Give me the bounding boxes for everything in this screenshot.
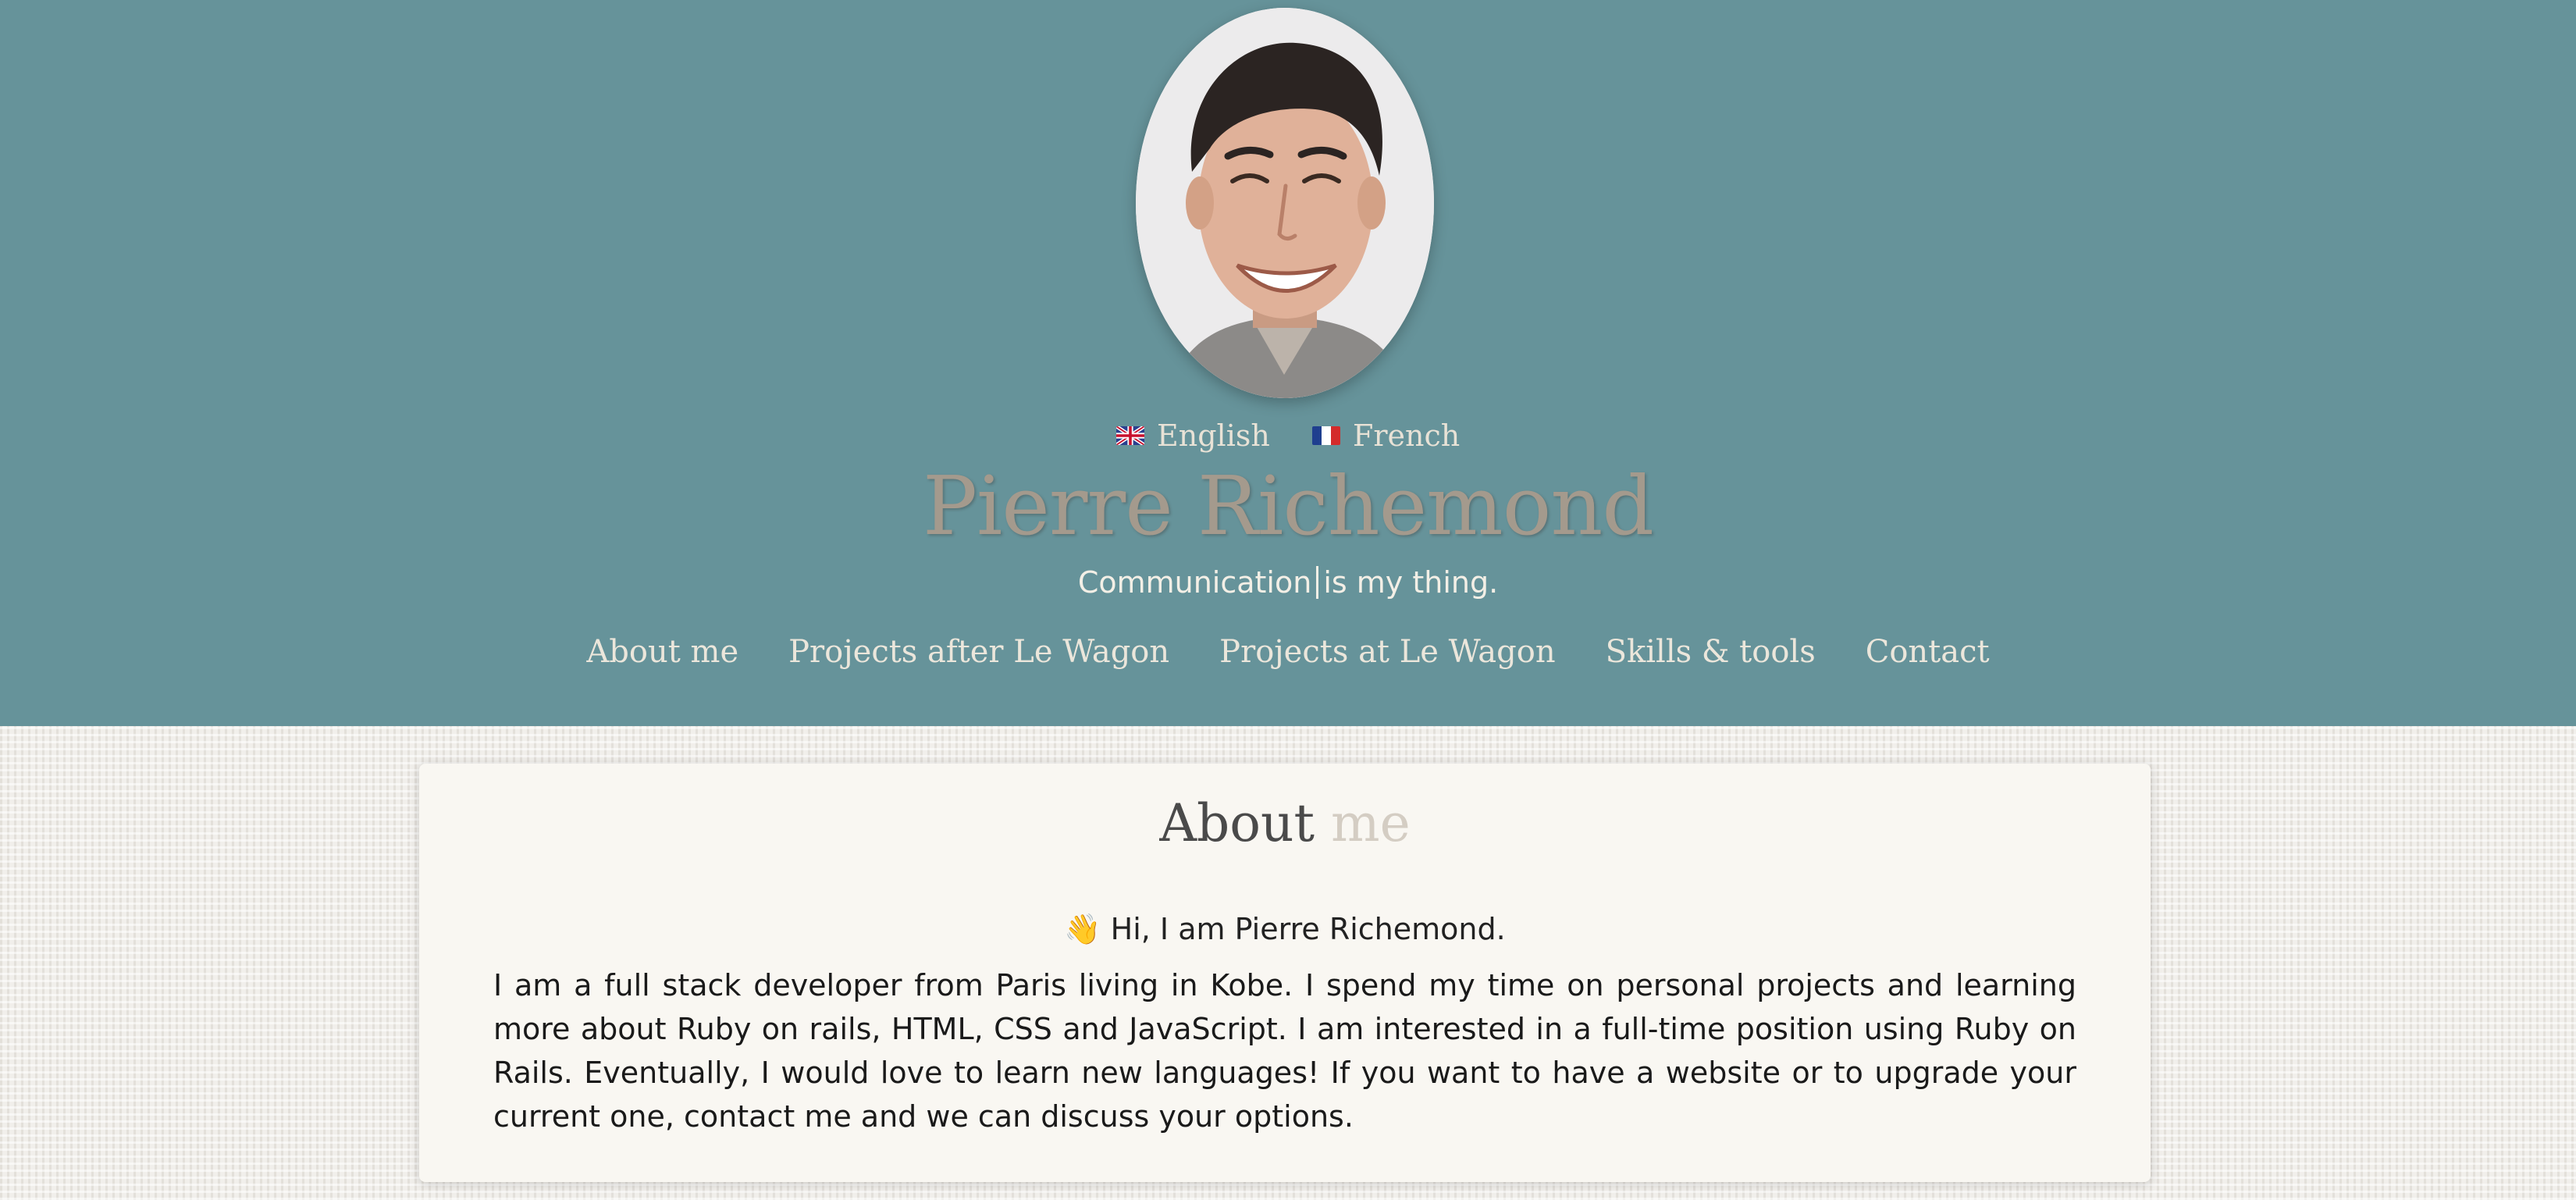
waving-hand-icon: 👋 [1064, 912, 1101, 946]
greeting-text: Hi, I am Pierre Richemond. [1110, 912, 1506, 946]
nav-projects-after-le-wagon[interactable]: Projects after Le Wagon [788, 634, 1169, 670]
typing-cursor [1316, 566, 1319, 599]
bio-paragraph: I am a full stack developer from Paris l… [493, 968, 2076, 1134]
tagline: Communication is my thing. [0, 559, 2576, 606]
site-title: Pierre Richemond [923, 458, 1654, 554]
language-english[interactable]: English [1116, 412, 1270, 459]
nav-contact[interactable]: Contact [1866, 634, 1990, 670]
site-header: English French Pierre Richemond Communic… [0, 0, 2576, 726]
greeting: 👋 Hi, I am Pierre Richemond. [419, 906, 2151, 953]
france-flag-icon [1312, 426, 1340, 445]
profile-photo [1136, 8, 1434, 398]
nav-about-me[interactable]: About me [586, 634, 738, 670]
about-title-part-1: About [1159, 793, 1315, 853]
uk-flag-icon [1116, 426, 1144, 445]
main-nav: About me Projects after Le Wagon Project… [0, 625, 2576, 679]
nav-projects-at-le-wagon[interactable]: Projects at Le Wagon [1219, 634, 1555, 670]
nav-skills-tools[interactable]: Skills & tools [1606, 634, 1816, 670]
about-title-part-2: me [1331, 793, 1411, 853]
tagline-part-1: Communication [1077, 565, 1312, 600]
about-me-title: About me [419, 789, 2151, 859]
tagline-part-2: is my thing. [1323, 565, 1499, 600]
language-switcher: English French [0, 412, 2576, 459]
language-french[interactable]: French [1312, 412, 1460, 459]
language-english-label: English [1157, 418, 1270, 453]
about-me-card: About me 👋 Hi, I am Pierre Richemond. I a… [419, 764, 2151, 1182]
language-french-label: French [1353, 418, 1461, 453]
